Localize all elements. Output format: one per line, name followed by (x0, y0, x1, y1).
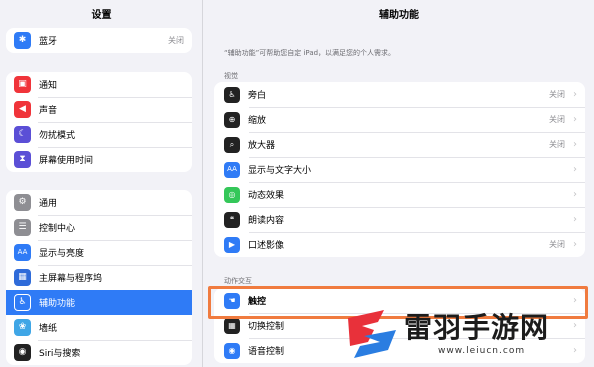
setting-label: 缩放 (248, 116, 267, 126)
watermark-url: www.leiucn.com (438, 346, 526, 356)
setting-label: 动态效果 (248, 191, 285, 201)
chevron-right-icon: › (573, 213, 577, 225)
voiceover-icon: ♿ (224, 86, 240, 103)
chevron-right-icon: › (573, 163, 577, 175)
setting-label: 语音控制 (248, 347, 285, 357)
sidebar-item-accessibility[interactable]: ♿ 辅助功能 (6, 290, 192, 315)
sidebar-item-label: 通知 (39, 81, 58, 91)
sidebar-item-label: Siri与搜索 (39, 349, 81, 359)
sidebar-title: 设置 (91, 10, 112, 21)
watermark-text: 雷羽手游网 (404, 311, 550, 344)
wallpaper-icon: ❀ (14, 319, 31, 336)
home-screen-icon: ▦ (14, 269, 31, 286)
gear-icon: ⚙ (14, 194, 31, 211)
settings-sidebar: 设置 ✱ 蓝牙 关闭 ▣ 通知 ◀ 声音 ☾ 勿扰模式 ⧗ 屏幕使用时间 ⚙ 通 (0, 0, 203, 367)
sound-icon: ◀ (14, 101, 31, 118)
section-header-vision: 视觉 (224, 72, 238, 80)
sidebar-item-label: 控制中心 (39, 224, 76, 234)
sidebar-group-notifications: ▣ 通知 ◀ 声音 ☾ 勿扰模式 ⧗ 屏幕使用时间 (6, 72, 192, 172)
setting-row-motion[interactable]: ◎ 动态效果 › (214, 182, 585, 207)
bluetooth-status: 关闭 (168, 36, 184, 45)
sidebar-item-notifications[interactable]: ▣ 通知 (6, 72, 192, 97)
setting-value: 关闭 (549, 240, 565, 249)
chevron-right-icon: › (573, 88, 577, 100)
sidebar-item-screen-time[interactable]: ⧗ 屏幕使用时间 (6, 147, 192, 172)
vision-settings-group: ♿ 旁白 关闭 › ⊕ 缩放 关闭 › ⌕ 放大器 关闭 › AA 显示与文字大… (214, 82, 585, 257)
sidebar-item-label: 通用 (39, 199, 58, 209)
moon-icon: ☾ (14, 126, 31, 143)
sidebar-item-label: 主屏幕与程序坞 (39, 274, 103, 284)
sidebar-item-control-center[interactable]: ☰ 控制中心 (6, 215, 192, 240)
hourglass-icon: ⧗ (14, 151, 31, 168)
sidebar-item-bluetooth[interactable]: ✱ 蓝牙 关闭 (6, 28, 192, 53)
sidebar-item-general[interactable]: ⚙ 通用 (6, 190, 192, 215)
zoom-icon: ⊕ (224, 111, 240, 128)
sidebar-item-label: 勿扰模式 (39, 131, 76, 141)
spoken-content-icon: ❝ (224, 211, 240, 228)
siri-icon: ◉ (14, 344, 31, 361)
watermark: 雷羽手游网 www.leiucn.com (340, 302, 594, 367)
watermark-logo-icon (348, 310, 396, 358)
notification-icon: ▣ (14, 76, 31, 93)
sidebar-item-display[interactable]: AA 显示与亮度 (6, 240, 192, 265)
setting-label: 显示与文字大小 (248, 166, 312, 176)
setting-value: 关闭 (549, 115, 565, 124)
sidebar-item-wallpaper[interactable]: ❀ 墙纸 (6, 315, 192, 340)
section-header-physical-motor: 动作交互 (224, 277, 252, 285)
chevron-right-icon: › (573, 113, 577, 125)
setting-label: 口述影像 (248, 241, 285, 251)
sidebar-item-home-screen[interactable]: ▦ 主屏幕与程序坞 (6, 265, 192, 290)
sidebar-item-siri[interactable]: ◉ Siri与搜索 (6, 340, 192, 365)
setting-label: 朗读内容 (248, 216, 285, 226)
audio-description-icon: ▶ (224, 236, 240, 253)
sidebar-item-sounds[interactable]: ◀ 声音 (6, 97, 192, 122)
control-center-icon: ☰ (14, 219, 31, 236)
display-icon: AA (14, 244, 31, 261)
setting-label: 切换控制 (248, 322, 285, 332)
sidebar-item-label: 显示与亮度 (39, 249, 85, 259)
bluetooth-icon: ✱ (14, 32, 31, 49)
sidebar-item-label: 声音 (39, 106, 58, 116)
sidebar-item-label: 墙纸 (39, 324, 58, 334)
setting-row-spoken-content[interactable]: ❝ 朗读内容 › (214, 207, 585, 232)
sidebar-item-label: 辅助功能 (39, 299, 76, 309)
setting-value: 关闭 (549, 140, 565, 149)
magnifier-icon: ⌕ (224, 136, 240, 153)
setting-label: 放大器 (248, 141, 276, 151)
sidebar-group-connectivity: ✱ 蓝牙 关闭 (6, 28, 192, 53)
accessibility-icon: ♿ (14, 294, 31, 311)
setting-row-display-text-size[interactable]: AA 显示与文字大小 › (214, 157, 585, 182)
chevron-right-icon: › (573, 238, 577, 250)
page-title: 辅助功能 (379, 10, 419, 21)
setting-row-magnifier[interactable]: ⌕ 放大器 关闭 › (214, 132, 585, 157)
setting-label: 旁白 (248, 91, 267, 101)
setting-value: 关闭 (549, 90, 565, 99)
voice-control-icon: ◉ (224, 342, 240, 359)
setting-row-zoom[interactable]: ⊕ 缩放 关闭 › (214, 107, 585, 132)
setting-row-audio-descriptions[interactable]: ▶ 口述影像 关闭 › (214, 232, 585, 257)
motion-icon: ◎ (224, 186, 240, 203)
setting-row-voiceover[interactable]: ♿ 旁白 关闭 › (214, 82, 585, 107)
sidebar-item-label: 蓝牙 (39, 37, 58, 47)
chevron-right-icon: › (573, 138, 577, 150)
sidebar-item-do-not-disturb[interactable]: ☾ 勿扰模式 (6, 122, 192, 147)
switch-control-icon: ▦ (224, 317, 240, 334)
chevron-right-icon: › (573, 188, 577, 200)
sidebar-group-general: ⚙ 通用 ☰ 控制中心 AA 显示与亮度 ▦ 主屏幕与程序坞 ♿ 辅助功能 ❀ … (6, 190, 192, 365)
sidebar-item-label: 屏幕使用时间 (39, 156, 94, 166)
page-description: “辅助功能”可帮助您自定 iPad，以满足您的个人需求。 (224, 49, 396, 57)
text-size-icon: AA (224, 161, 240, 178)
